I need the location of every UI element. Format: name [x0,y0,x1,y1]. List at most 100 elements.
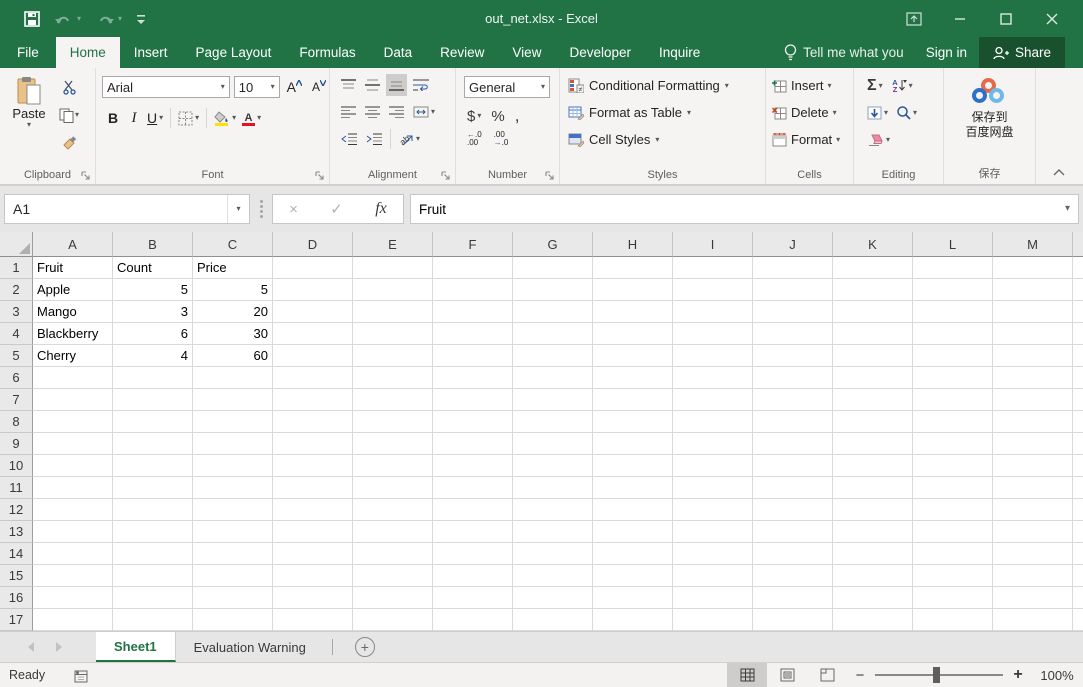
column-header-E[interactable]: E [353,232,433,257]
cell-L13[interactable] [913,521,993,543]
cell-M10[interactable] [993,455,1073,477]
cell-I10[interactable] [673,455,753,477]
cell-J2[interactable] [753,279,833,301]
cell-K17[interactable] [833,609,913,631]
cell-A5[interactable]: Cherry [33,345,113,367]
increase-font-size-button[interactable]: A [284,76,305,98]
cell-D11[interactable] [273,477,353,499]
column-header-H[interactable]: H [593,232,673,257]
cell-K4[interactable] [833,323,913,345]
column-header-G[interactable]: G [513,232,593,257]
column-header-A[interactable]: A [33,232,113,257]
clear-button[interactable]: ▾ [864,129,893,151]
cell-I6[interactable] [673,367,753,389]
cell-A2[interactable]: Apple [33,279,113,301]
cell-I14[interactable] [673,543,753,565]
cell-C16[interactable] [193,587,273,609]
select-all-corner[interactable] [0,232,33,257]
cell-J7[interactable] [753,389,833,411]
cell-J12[interactable] [753,499,833,521]
cell-E14[interactable] [353,543,433,565]
ribbon-tab-view[interactable]: View [498,37,555,68]
row-header-4[interactable]: 4 [0,323,33,345]
cell-G16[interactable] [513,587,593,609]
formula-bar-splitter[interactable] [254,200,268,218]
cell-A12[interactable] [33,499,113,521]
cell-L5[interactable] [913,345,993,367]
increase-indent-button[interactable] [363,128,385,150]
cell-F14[interactable] [433,543,513,565]
cell-K12[interactable] [833,499,913,521]
cell-L16[interactable] [913,587,993,609]
row-header-2[interactable]: 2 [0,279,33,301]
cell-C10[interactable] [193,455,273,477]
cell-I1[interactable] [673,257,753,279]
column-header-B[interactable]: B [113,232,193,257]
cell-H11[interactable] [593,477,673,499]
cell-B13[interactable] [113,521,193,543]
paste-button[interactable]: Paste ▾ [6,72,52,129]
cell-F2[interactable] [433,279,513,301]
decrease-decimal-button[interactable]: .00→.0 [491,131,512,147]
cell-B9[interactable] [113,433,193,455]
cell-B16[interactable] [113,587,193,609]
cell-A13[interactable] [33,521,113,543]
row-header-16[interactable]: 16 [0,587,33,609]
cell-L12[interactable] [913,499,993,521]
format-cells-button[interactable]: Format▾ [772,126,853,153]
cell-H9[interactable] [593,433,673,455]
cell-C13[interactable] [193,521,273,543]
cell-D5[interactable] [273,345,353,367]
cell-K13[interactable] [833,521,913,543]
maximize-button[interactable] [983,0,1029,37]
cell-J6[interactable] [753,367,833,389]
cell-J13[interactable] [753,521,833,543]
cell-G13[interactable] [513,521,593,543]
cell-A14[interactable] [33,543,113,565]
row-header-11[interactable]: 11 [0,477,33,499]
cell-K16[interactable] [833,587,913,609]
cell-J3[interactable] [753,301,833,323]
cell-A9[interactable] [33,433,113,455]
middle-align-button[interactable] [362,74,383,96]
cell-F11[interactable] [433,477,513,499]
cell-L4[interactable] [913,323,993,345]
cell-G11[interactable] [513,477,593,499]
formula-input[interactable]: Fruit ▾ [410,194,1079,224]
cell-J14[interactable] [753,543,833,565]
align-center-button[interactable] [362,101,383,123]
cell-I17[interactable] [673,609,753,631]
cell-I15[interactable] [673,565,753,587]
cell-D7[interactable] [273,389,353,411]
collapse-ribbon-icon[interactable] [1053,169,1065,176]
cell-A1[interactable]: Fruit [33,257,113,279]
tell-me-button[interactable]: Tell me what you [774,37,914,68]
row-header-7[interactable]: 7 [0,389,33,411]
cell-G7[interactable] [513,389,593,411]
page-break-preview-button[interactable] [807,663,847,687]
cell-F4[interactable] [433,323,513,345]
cell-J17[interactable] [753,609,833,631]
cell-K10[interactable] [833,455,913,477]
sheet-tab-sheet1[interactable]: Sheet1 [96,632,176,662]
cell-F15[interactable] [433,565,513,587]
cell-E9[interactable] [353,433,433,455]
column-header-I[interactable]: I [673,232,753,257]
cell-K11[interactable] [833,477,913,499]
row-header-9[interactable]: 9 [0,433,33,455]
cell-J8[interactable] [753,411,833,433]
clipboard-dialog-launcher-icon[interactable] [81,171,91,181]
cell-D12[interactable] [273,499,353,521]
sort-filter-button[interactable]: AZ ▾ [888,75,916,97]
column-header-F[interactable]: F [433,232,513,257]
normal-view-button[interactable] [727,663,767,687]
row-header-17[interactable]: 17 [0,609,33,631]
cell-L11[interactable] [913,477,993,499]
cell-E2[interactable] [353,279,433,301]
cell-D6[interactable] [273,367,353,389]
cell-L1[interactable] [913,257,993,279]
cell-H14[interactable] [593,543,673,565]
cell-C5[interactable]: 60 [193,345,273,367]
cell-M13[interactable] [993,521,1073,543]
cell-B11[interactable] [113,477,193,499]
